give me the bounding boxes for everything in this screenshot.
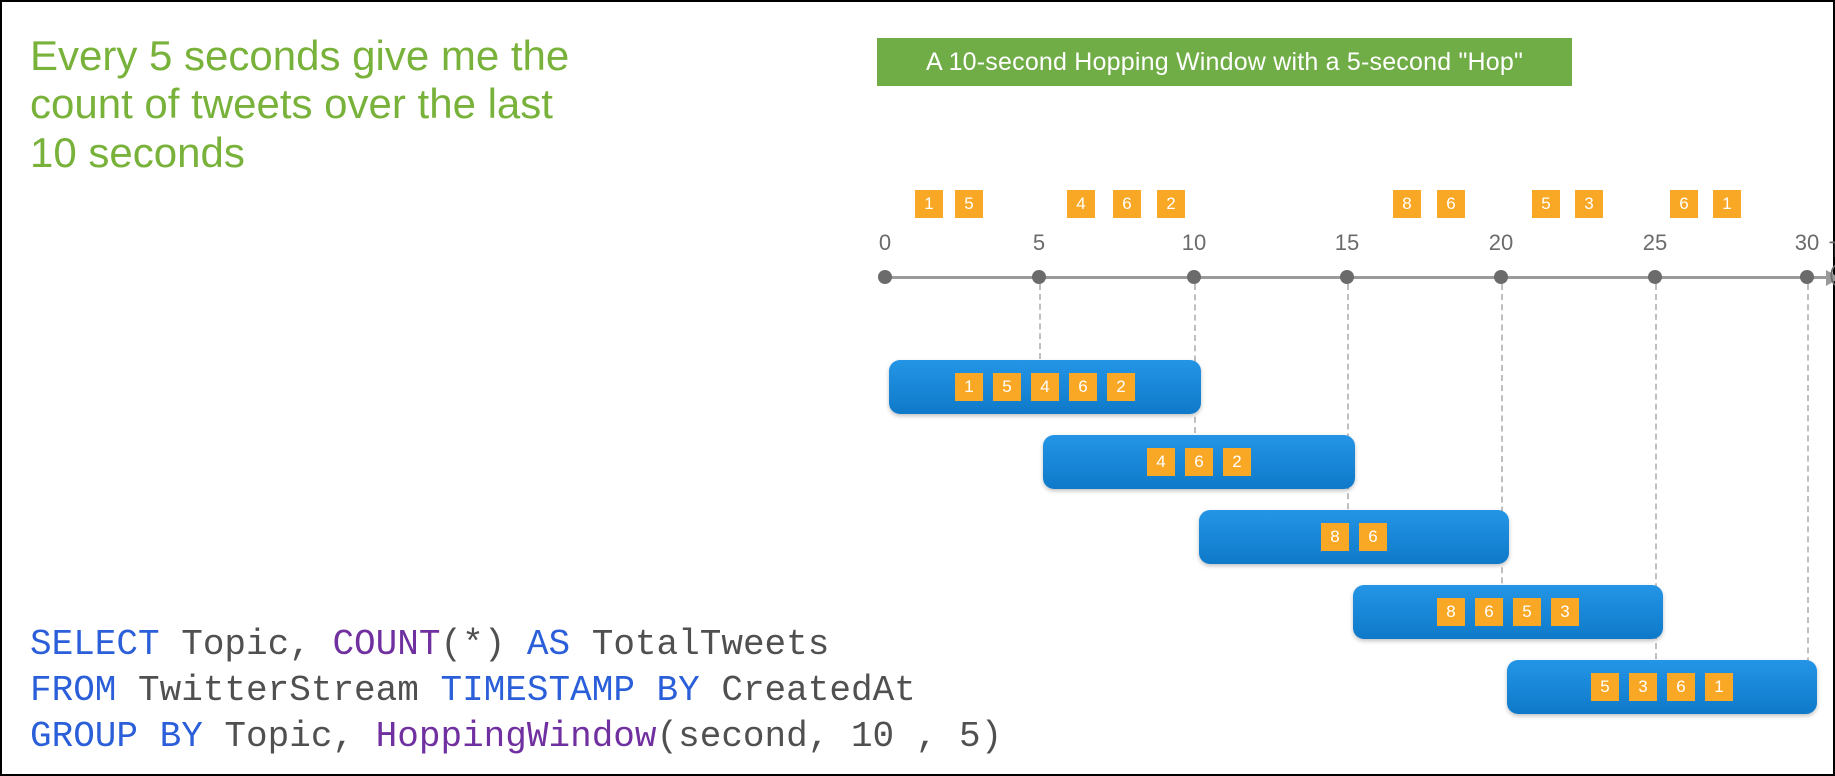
event-marker: 3 bbox=[1629, 673, 1657, 701]
event-marker: 1 bbox=[1713, 190, 1741, 218]
event-marker: 1 bbox=[1705, 673, 1733, 701]
event-marker: 1 bbox=[955, 373, 983, 401]
tick-dot bbox=[878, 270, 892, 284]
sql-code: SELECT Topic, COUNT(*) AS TotalTweets FR… bbox=[30, 622, 1002, 760]
tick-label: 15 bbox=[1335, 230, 1359, 256]
hopping-window: 5361 bbox=[1507, 660, 1817, 714]
event-marker: 6 bbox=[1069, 373, 1097, 401]
banner-title: A 10-second Hopping Window with a 5-seco… bbox=[877, 38, 1572, 86]
event-marker: 2 bbox=[1107, 373, 1135, 401]
axis-line bbox=[879, 276, 1834, 279]
event-marker: 6 bbox=[1475, 598, 1503, 626]
event-marker: 8 bbox=[1393, 190, 1421, 218]
event-marker: 4 bbox=[1147, 448, 1175, 476]
window-boundary-line bbox=[1039, 284, 1041, 359]
event-marker: 5 bbox=[993, 373, 1021, 401]
hopping-window: 462 bbox=[1043, 435, 1355, 489]
event-marker: 2 bbox=[1223, 448, 1251, 476]
hopping-window: 15462 bbox=[889, 360, 1201, 414]
event-row: 15462865361 bbox=[869, 190, 1834, 230]
hopping-window: 8653 bbox=[1353, 585, 1663, 639]
tick-label: 5 bbox=[1033, 230, 1045, 256]
event-marker: 5 bbox=[1532, 190, 1560, 218]
event-marker: 6 bbox=[1670, 190, 1698, 218]
event-marker: 6 bbox=[1437, 190, 1465, 218]
event-marker: 1 bbox=[915, 190, 943, 218]
event-marker: 5 bbox=[955, 190, 983, 218]
tick-label: 0 bbox=[879, 230, 891, 256]
event-marker: 3 bbox=[1551, 598, 1579, 626]
description-text: Every 5 seconds give me the count of twe… bbox=[30, 32, 610, 177]
tick-dot bbox=[1800, 270, 1814, 284]
tick-dot bbox=[1648, 270, 1662, 284]
hopping-window: 86 bbox=[1199, 510, 1509, 564]
tick-label: 20 bbox=[1489, 230, 1513, 256]
tick-label: 25 bbox=[1643, 230, 1667, 256]
tick-dot bbox=[1340, 270, 1354, 284]
event-marker: 5 bbox=[1513, 598, 1541, 626]
window-boundary-line bbox=[1655, 284, 1657, 709]
event-marker: 2 bbox=[1157, 190, 1185, 218]
event-marker: 4 bbox=[1031, 373, 1059, 401]
tick-dot bbox=[1032, 270, 1046, 284]
tick-dot bbox=[1494, 270, 1508, 284]
window-boundary-line bbox=[1501, 284, 1503, 634]
event-marker: 8 bbox=[1437, 598, 1465, 626]
axis-title: Time (secs) bbox=[1829, 238, 1835, 286]
event-marker: 6 bbox=[1113, 190, 1141, 218]
tick-label: 10 bbox=[1182, 230, 1206, 256]
tick-dot bbox=[1187, 270, 1201, 284]
timeline-region: Time (secs) 051015202530 15462865361 154… bbox=[869, 190, 1834, 720]
event-marker: 8 bbox=[1321, 523, 1349, 551]
event-marker: 4 bbox=[1067, 190, 1095, 218]
event-marker: 6 bbox=[1667, 673, 1695, 701]
event-marker: 6 bbox=[1185, 448, 1213, 476]
event-marker: 6 bbox=[1359, 523, 1387, 551]
window-boundary-line bbox=[1807, 284, 1809, 714]
event-marker: 3 bbox=[1575, 190, 1603, 218]
diagram-frame: Every 5 seconds give me the count of twe… bbox=[0, 0, 1835, 776]
tick-label: 30 bbox=[1795, 230, 1819, 256]
event-marker: 5 bbox=[1591, 673, 1619, 701]
